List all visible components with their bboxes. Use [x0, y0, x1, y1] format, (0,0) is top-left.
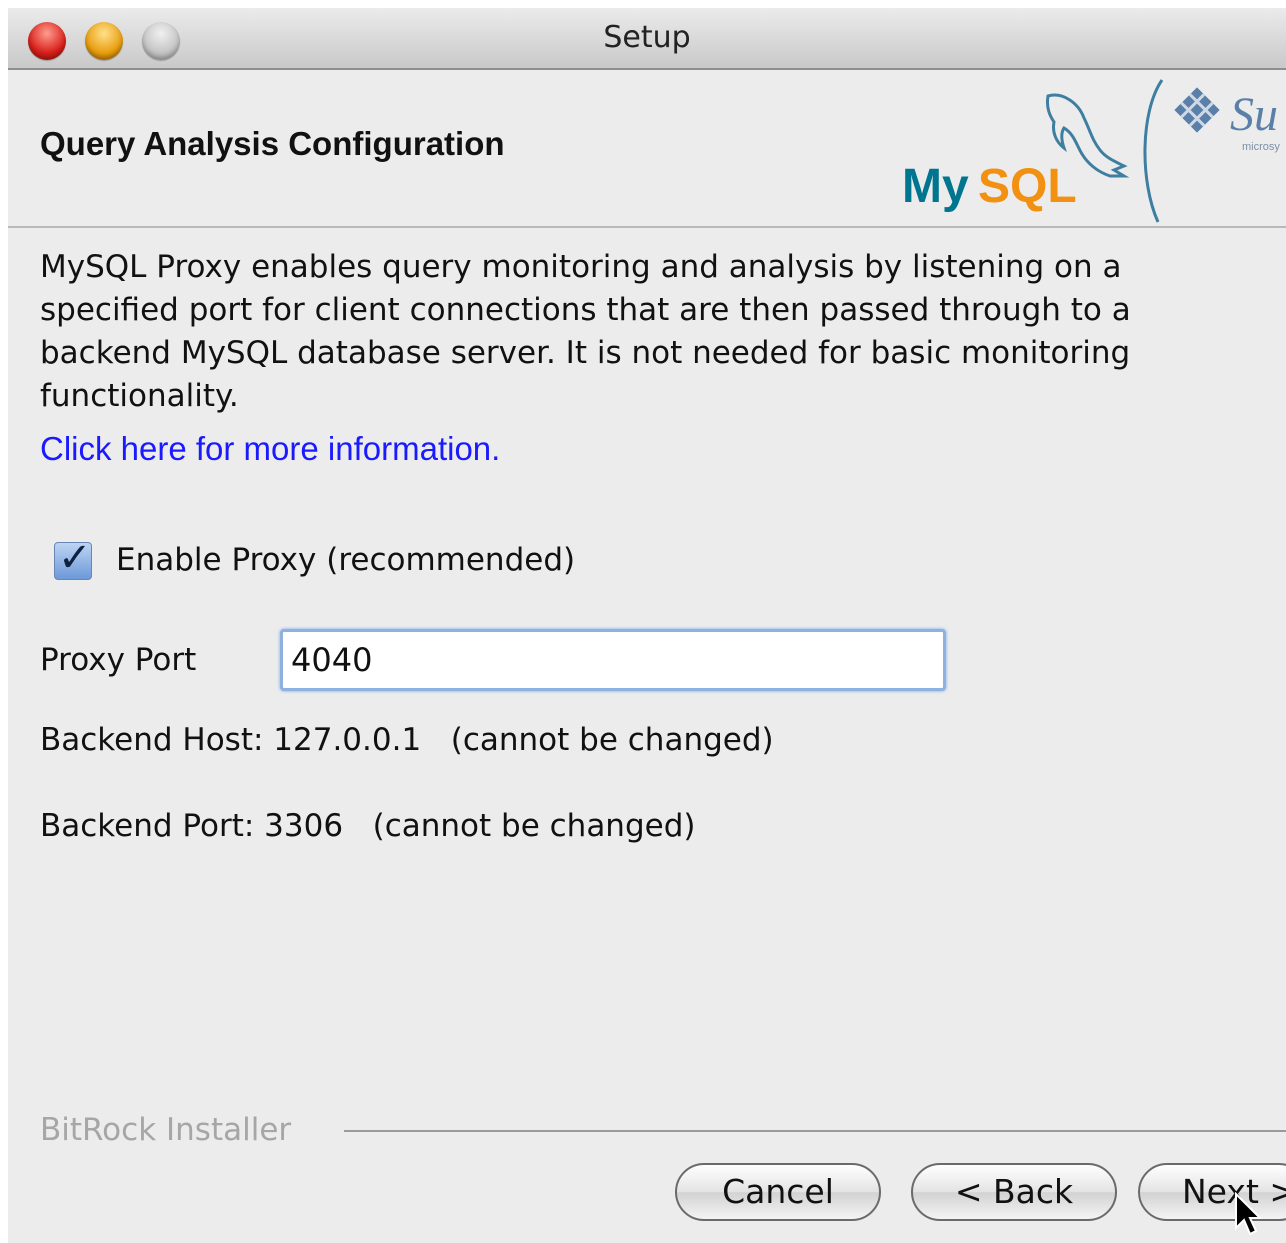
- cancel-button[interactable]: Cancel: [675, 1163, 881, 1221]
- main-content: MySQL Proxy enables query monitoring and…: [8, 228, 1286, 1243]
- mysql-sun-logo: My SQL Su microsy: [902, 79, 1280, 223]
- next-button[interactable]: Next >: [1138, 1163, 1286, 1221]
- sun-logo-icon: [1174, 87, 1220, 133]
- sun-wordmark: Su: [1230, 88, 1278, 141]
- installer-brand-label: BitRock Installer: [40, 1112, 292, 1148]
- sun-subtext: microsy: [1242, 141, 1280, 153]
- backend-host-text: Backend Host: 127.0.0.1 (cannot be chang…: [40, 722, 774, 758]
- title-bar[interactable]: Setup: [8, 8, 1286, 70]
- page-header: Query Analysis Configuration My SQL Su m…: [8, 70, 1286, 228]
- checkmark-icon: ✓: [58, 535, 92, 581]
- proxy-port-label: Proxy Port: [40, 642, 197, 678]
- backend-port-text: Backend Port: 3306 (cannot be changed): [40, 808, 696, 844]
- mysql-wordmark-my: My: [902, 160, 969, 213]
- mysql-wordmark-sql: SQL: [978, 160, 1077, 213]
- enable-proxy-checkbox[interactable]: ✓: [54, 535, 92, 581]
- back-button[interactable]: < Back: [911, 1163, 1117, 1221]
- description-text: MySQL Proxy enables query monitoring and…: [40, 249, 1131, 414]
- more-info-link[interactable]: Click here for more information.: [40, 430, 500, 468]
- enable-proxy-label[interactable]: Enable Proxy (recommended): [116, 538, 575, 582]
- page-title: Query Analysis Configuration: [40, 125, 505, 162]
- setup-window: Setup Query Analysis Configuration My SQ…: [8, 8, 1286, 1243]
- window-title: Setup: [603, 20, 691, 55]
- proxy-port-input[interactable]: [280, 629, 946, 691]
- mouse-pointer-icon: [1235, 1192, 1262, 1236]
- footer-divider: [344, 1130, 1286, 1132]
